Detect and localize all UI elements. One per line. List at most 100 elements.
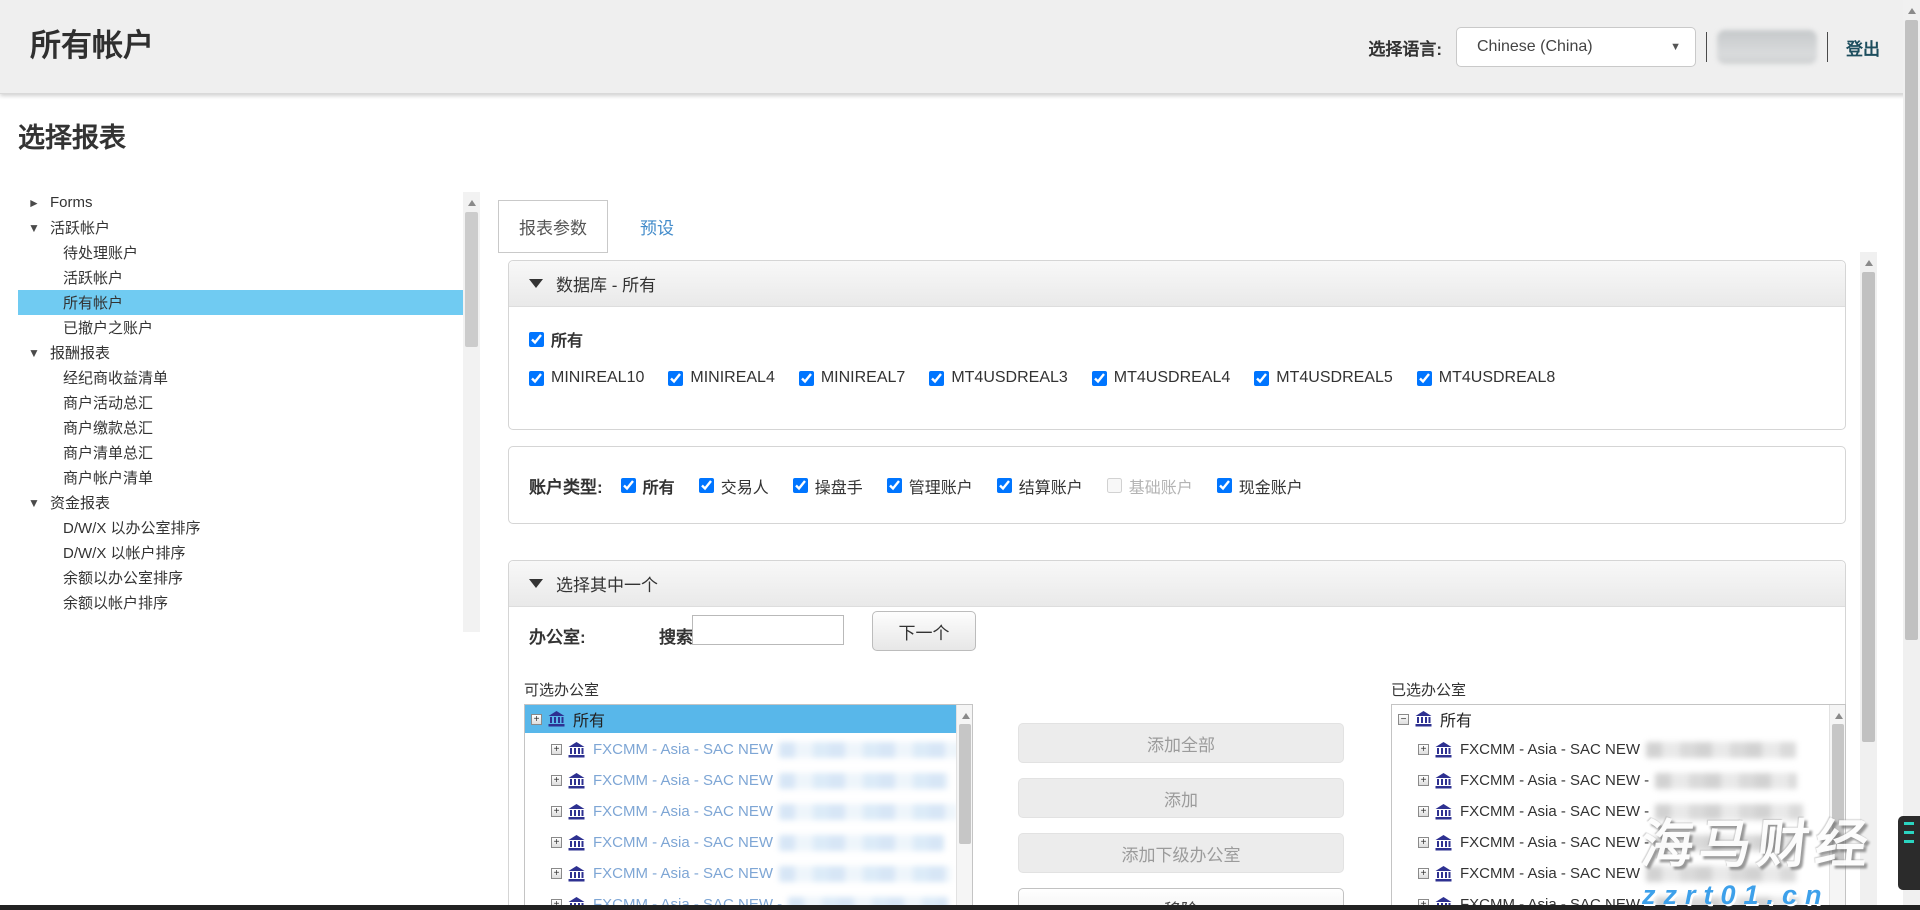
expand-plus-icon[interactable] xyxy=(551,868,562,879)
scroll-up-icon[interactable] xyxy=(463,194,480,211)
scrollbar-thumb[interactable] xyxy=(1905,20,1918,640)
account-type-checkbox[interactable]: 基础账户 xyxy=(1107,474,1193,498)
office-item[interactable]: FXCMM - Asia - SAC NEW xyxy=(525,797,972,826)
account-type-checkbox[interactable]: 结算账户 xyxy=(997,474,1083,498)
db-checkbox[interactable]: MINIREAL7 xyxy=(799,369,905,387)
scrollbar-thumb[interactable] xyxy=(1832,724,1844,864)
tree-item[interactable]: 经纪商收益清单 xyxy=(18,365,463,390)
tree-item[interactable]: 所有帐户 xyxy=(18,290,463,315)
checkbox-icon[interactable] xyxy=(1417,371,1432,386)
office-item[interactable]: FXCMM - Asia - SAC NEW xyxy=(1392,859,1845,888)
expander-icon[interactable]: ▼ xyxy=(28,346,50,360)
list-scrollbar[interactable] xyxy=(1829,705,1845,910)
account-type-checkbox[interactable]: 所有 xyxy=(621,474,675,498)
db-checkbox[interactable]: MT4USDREAL8 xyxy=(1417,369,1555,387)
expand-plus-icon[interactable] xyxy=(1418,744,1429,755)
tree-item[interactable]: D/W/X 以帐户排序 xyxy=(18,540,463,565)
db-checkbox[interactable]: MT4USDREAL5 xyxy=(1254,369,1392,387)
collapse-minus-icon[interactable] xyxy=(1398,714,1409,725)
expand-plus-icon[interactable] xyxy=(551,744,562,755)
checkbox-icon[interactable] xyxy=(1254,371,1269,386)
tree-item[interactable]: 余额以帐户排序 xyxy=(18,590,463,615)
checkbox-icon[interactable] xyxy=(529,332,544,347)
scrollbar-thumb[interactable] xyxy=(465,212,478,347)
scroll-up-icon[interactable] xyxy=(1830,707,1846,724)
db-all-checkbox[interactable]: 所有 xyxy=(529,327,583,351)
expand-plus-icon[interactable] xyxy=(1418,806,1429,817)
checkbox-icon[interactable] xyxy=(997,478,1012,493)
office-root-all[interactable]: 所有 xyxy=(525,705,972,733)
list-scrollbar[interactable] xyxy=(956,705,972,910)
next-button[interactable]: 下一个 xyxy=(872,611,976,651)
tree-item[interactable]: D/W/X 以办公室排序 xyxy=(18,515,463,540)
search-input[interactable] xyxy=(692,615,844,645)
tree-item[interactable]: 商户活动总汇 xyxy=(18,390,463,415)
expand-plus-icon[interactable] xyxy=(1418,868,1429,879)
add-button[interactable]: 添加 xyxy=(1018,778,1344,818)
office-item[interactable]: FXCMM - Asia - SAC NEW xyxy=(1392,735,1845,764)
expander-icon[interactable]: ► xyxy=(28,196,50,210)
scroll-up-icon[interactable] xyxy=(957,707,973,724)
office-item[interactable]: FXCMM - Asia - SAC NEW xyxy=(525,735,972,764)
select-one-header[interactable]: 选择其中一个 xyxy=(509,561,1845,607)
tree-item[interactable]: 活跃帐户 xyxy=(18,265,463,290)
db-checkbox[interactable]: MT4USDREAL3 xyxy=(929,369,1067,387)
scrollbar-thumb[interactable] xyxy=(959,724,971,844)
add-all-button[interactable]: 添加全部 xyxy=(1018,723,1344,763)
expand-plus-icon[interactable] xyxy=(531,714,542,725)
checkbox-icon[interactable] xyxy=(621,478,636,493)
expand-plus-icon[interactable] xyxy=(551,806,562,817)
scroll-up-icon[interactable] xyxy=(1860,254,1877,271)
checkbox-icon[interactable] xyxy=(1092,371,1107,386)
tree-item[interactable]: ► Forms xyxy=(18,190,463,215)
db-checkbox[interactable]: MINIREAL10 xyxy=(529,369,644,387)
db-checkbox[interactable]: MT4USDREAL4 xyxy=(1092,369,1230,387)
scrollbar-thumb[interactable] xyxy=(1862,272,1875,742)
tree-item[interactable]: 商户缴款总汇 xyxy=(18,415,463,440)
office-item[interactable]: FXCMM - Asia - SAC NEW - xyxy=(1392,797,1845,826)
tab-report-params[interactable]: 报表参数 xyxy=(498,200,608,253)
checkbox-icon[interactable] xyxy=(929,371,944,386)
account-type-checkbox[interactable]: 操盘手 xyxy=(793,474,863,498)
expand-plus-icon[interactable] xyxy=(551,775,562,786)
account-type-checkbox[interactable]: 交易人 xyxy=(699,474,769,498)
checkbox-icon[interactable] xyxy=(799,371,814,386)
tree-item[interactable]: ▼ 活跃帐户 xyxy=(18,215,463,240)
checkbox-icon[interactable] xyxy=(529,371,544,386)
language-dropdown[interactable]: Chinese (China) ▼ xyxy=(1456,27,1696,67)
scroll-up-icon[interactable] xyxy=(1903,2,1920,19)
database-panel-header[interactable]: 数据库 - 所有 xyxy=(509,261,1845,307)
expand-plus-icon[interactable] xyxy=(1418,837,1429,848)
checkbox-icon[interactable] xyxy=(699,478,714,493)
checkbox-icon[interactable] xyxy=(1217,478,1232,493)
expander-icon[interactable]: ▼ xyxy=(28,221,50,235)
tree-item[interactable]: ▼ 资金报表 xyxy=(18,490,463,515)
logout-link[interactable]: 登出 xyxy=(1846,35,1880,60)
content-scrollbar[interactable] xyxy=(1860,252,1877,910)
office-item[interactable]: FXCMM - Asia - SAC NEW - xyxy=(1392,766,1845,795)
checkbox-icon[interactable] xyxy=(887,478,902,493)
add-sub-offices-button[interactable]: 添加下级办公室 xyxy=(1018,833,1344,873)
checkbox-icon[interactable] xyxy=(668,371,683,386)
sidebar-scrollbar[interactable] xyxy=(463,192,480,632)
checkbox-icon[interactable] xyxy=(1107,478,1122,493)
office-item[interactable]: FXCMM - Asia - SAC NEW xyxy=(525,828,972,857)
tab-presets[interactable]: 预设 xyxy=(620,200,694,253)
db-checkbox[interactable]: MINIREAL4 xyxy=(668,369,774,387)
office-root-all[interactable]: 所有 xyxy=(1392,705,1845,733)
tree-item[interactable]: 已撤户之账户 xyxy=(18,315,463,340)
tree-item[interactable]: 商户清单总汇 xyxy=(18,440,463,465)
expand-plus-icon[interactable] xyxy=(551,837,562,848)
tree-item[interactable]: 商户帐户清单 xyxy=(18,465,463,490)
tree-item[interactable]: ▼ 报酬报表 xyxy=(18,340,463,365)
checkbox-icon[interactable] xyxy=(793,478,808,493)
tree-item[interactable]: 待处理账户 xyxy=(18,240,463,265)
tree-item[interactable]: 余额以办公室排序 xyxy=(18,565,463,590)
office-item[interactable]: FXCMM - Asia - SAC NEW xyxy=(525,766,972,795)
account-type-checkbox[interactable]: 现金账户 xyxy=(1217,474,1303,498)
expander-icon[interactable]: ▼ xyxy=(28,496,50,510)
expand-plus-icon[interactable] xyxy=(1418,775,1429,786)
page-scrollbar[interactable] xyxy=(1903,0,1920,910)
office-item[interactable]: FXCMM - Asia - SAC NEW xyxy=(525,859,972,888)
office-item[interactable]: FXCMM - Asia - SAC NEW - xyxy=(1392,828,1845,857)
